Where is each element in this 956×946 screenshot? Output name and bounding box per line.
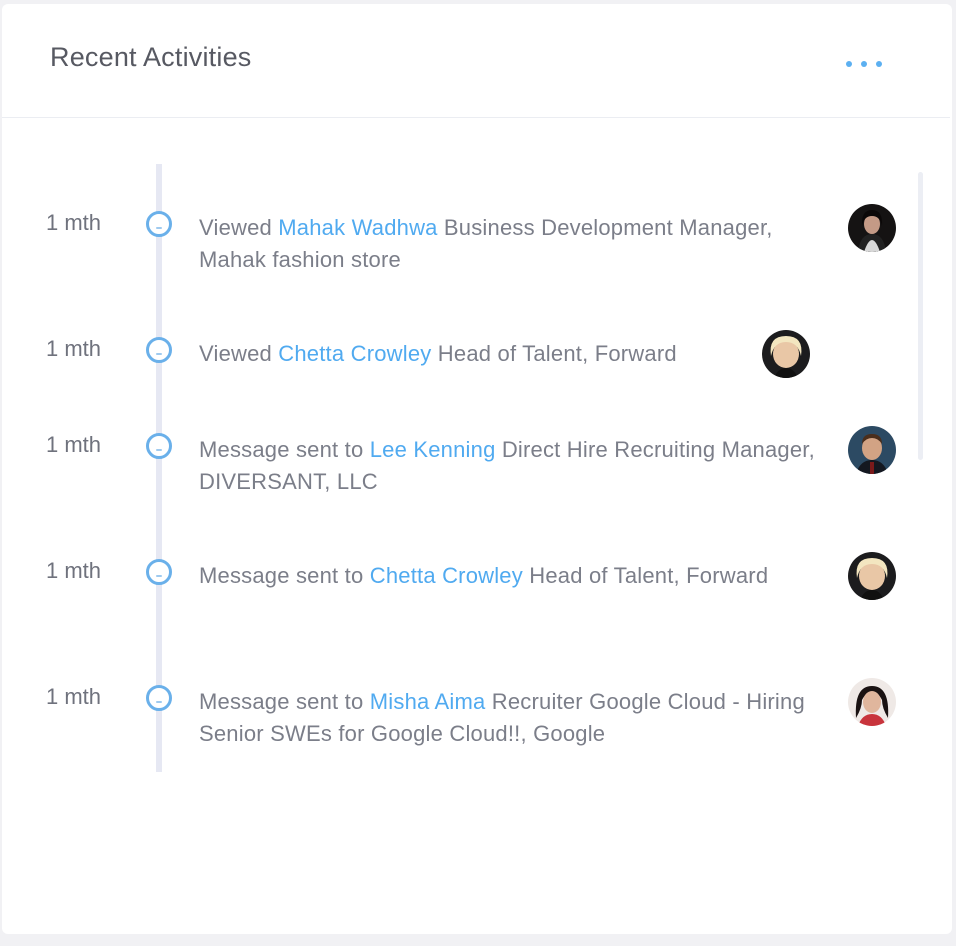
activity-item: 1 mth Viewed Chetta Crowley Head of Tale…: [2, 330, 950, 416]
activity-text: Viewed Chetta Crowley Head of Talent, Fo…: [199, 338, 829, 370]
activity-time: 1 mth: [46, 432, 102, 457]
activity-details: Head of Talent, Forward: [529, 563, 769, 588]
activity-details: Head of Talent, Forward: [437, 341, 677, 366]
avatar[interactable]: [848, 678, 896, 726]
activity-time: 1 mth: [46, 336, 102, 361]
activity-action: Message sent to: [199, 437, 364, 462]
activity-item: 1 mth Message sent to Misha Aima Recruit…: [2, 678, 950, 764]
more-horizontal-icon: [846, 61, 852, 67]
card-title: Recent Activities: [50, 42, 252, 72]
activity-action: Viewed: [199, 341, 272, 366]
recent-activities-card: Recent Activities 1 mth Viewed Mahak Wad…: [2, 4, 952, 934]
avatar[interactable]: [848, 426, 896, 474]
timeline-marker-icon: [146, 685, 172, 711]
timeline-marker-icon: [146, 559, 172, 585]
activity-text: Message sent to Lee Kenning Direct Hire …: [199, 434, 829, 498]
timeline-marker-icon: [146, 433, 172, 459]
avatar[interactable]: [848, 204, 896, 252]
timeline-marker-icon: [146, 337, 172, 363]
avatar[interactable]: [848, 552, 896, 600]
activity-action: Message sent to: [199, 563, 364, 588]
activity-item: 1 mth Message sent to Lee Kenning Direct…: [2, 426, 950, 512]
activity-time: 1 mth: [46, 558, 102, 583]
activity-time: 1 mth: [46, 210, 102, 235]
card-header: Recent Activities: [2, 4, 950, 118]
activity-text: Message sent to Misha Aima Recruiter Goo…: [199, 686, 829, 750]
person-link[interactable]: Chetta Crowley: [370, 563, 523, 588]
person-link[interactable]: Lee Kenning: [370, 437, 496, 462]
person-link[interactable]: Mahak Wadhwa: [278, 215, 437, 240]
activity-action: Message sent to: [199, 689, 364, 714]
activity-item: 1 mth Message sent to Chetta Crowley Hea…: [2, 552, 950, 638]
activity-text: Message sent to Chetta Crowley Head of T…: [199, 560, 829, 592]
more-options-button[interactable]: [842, 52, 886, 76]
person-link[interactable]: Misha Aima: [370, 689, 486, 714]
activity-action: Viewed: [199, 215, 272, 240]
activity-time: 1 mth: [46, 684, 102, 709]
person-link[interactable]: Chetta Crowley: [278, 341, 431, 366]
timeline-marker-icon: [146, 211, 172, 237]
avatar[interactable]: [762, 330, 810, 378]
activity-text: Viewed Mahak Wadhwa Business Development…: [199, 212, 829, 276]
activity-item: 1 mth Viewed Mahak Wadhwa Business Devel…: [2, 204, 950, 290]
